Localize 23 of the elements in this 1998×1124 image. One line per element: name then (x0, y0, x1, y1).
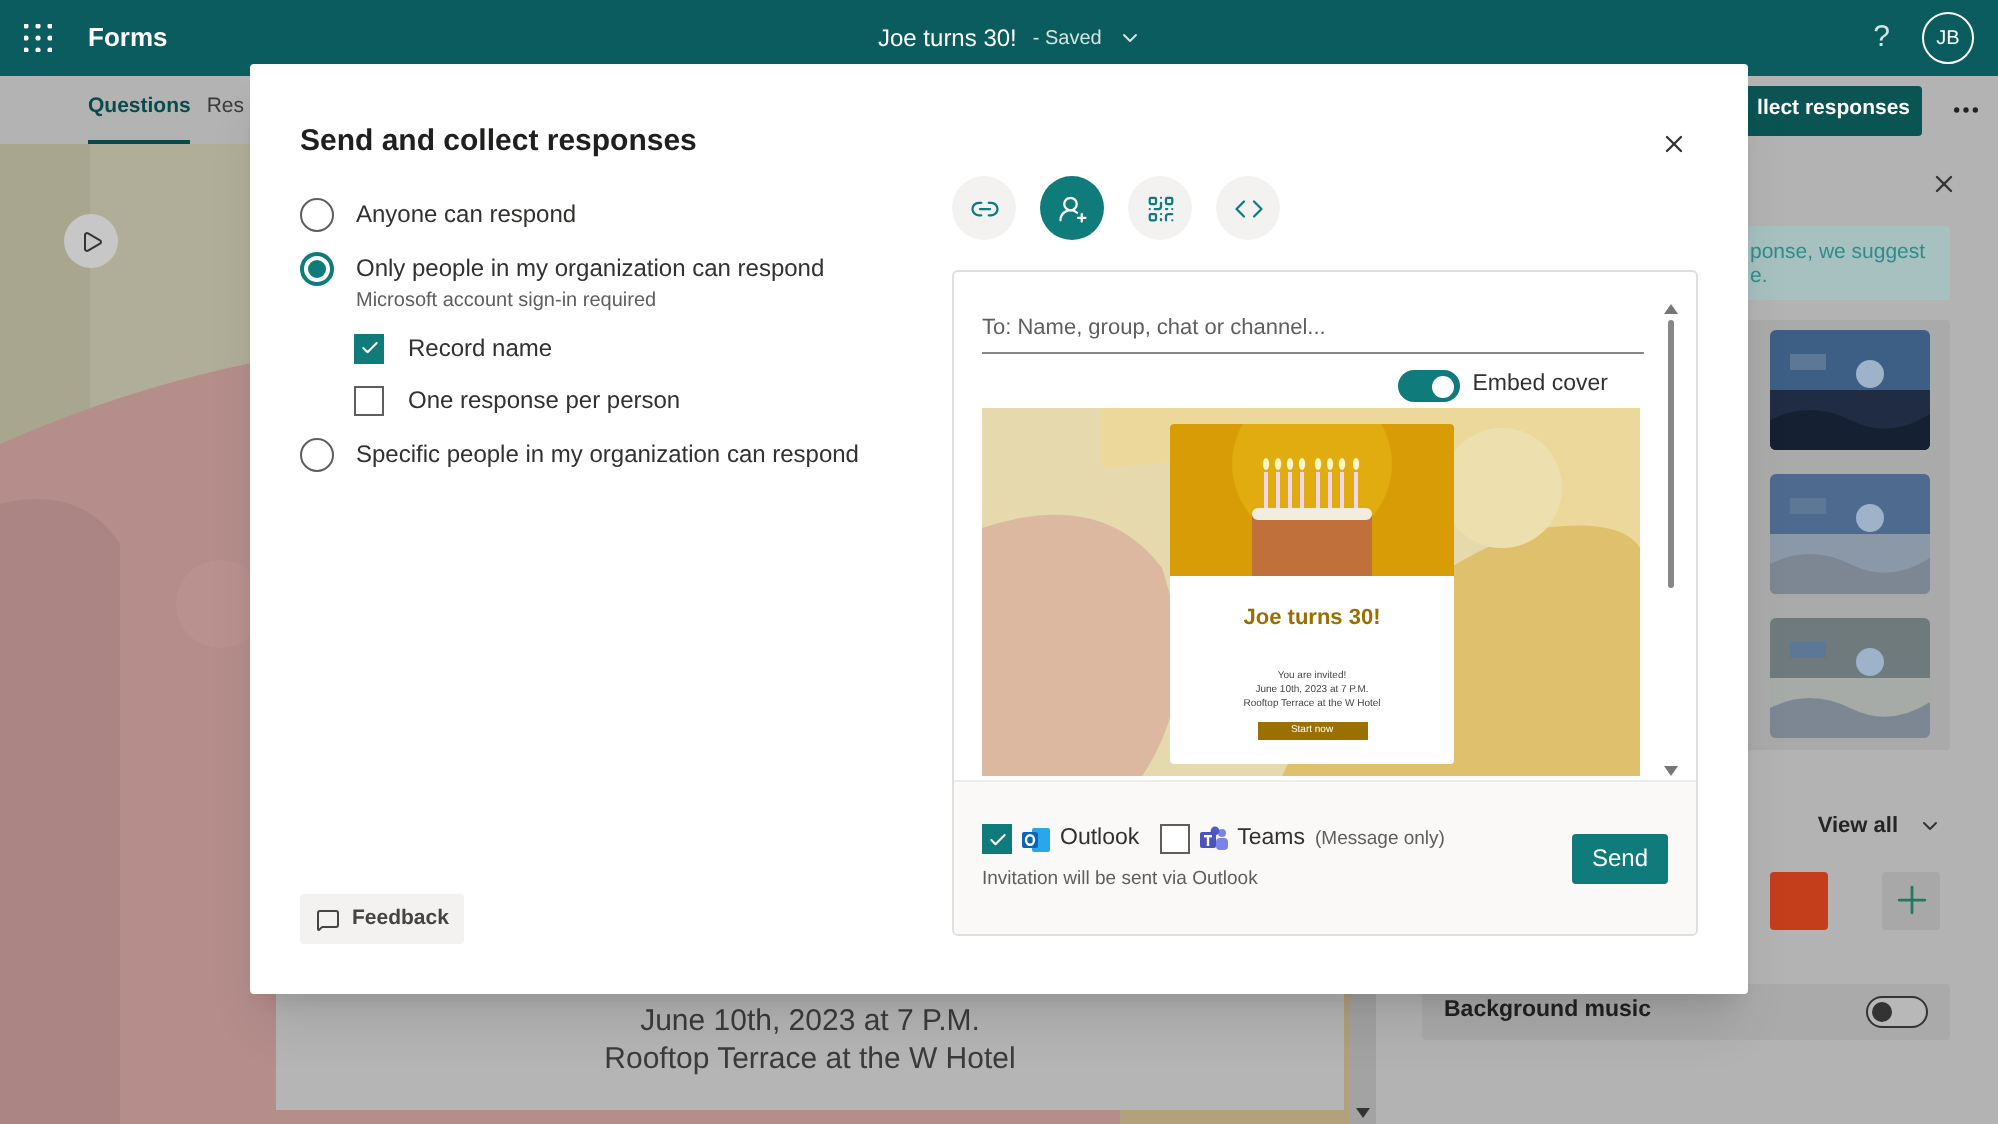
save-status[interactable]: - Saved (1032, 23, 1102, 53)
app-launcher-icon[interactable] (24, 24, 52, 52)
send-button[interactable]: Send (1571, 833, 1668, 883)
tip-text: ponse, we suggest (1750, 239, 1928, 263)
toggle[interactable] (1398, 370, 1461, 402)
tip-text: e. (1750, 263, 1770, 287)
scroll-down-icon[interactable] (1664, 766, 1678, 776)
tab[interactable]: Res (206, 76, 245, 144)
music-label: Background music (1444, 995, 1652, 1026)
toggle-label: Embed cover (1472, 370, 1608, 401)
form-title: Joe turns 30! (878, 22, 1017, 56)
close-icon[interactable] (1660, 130, 1688, 158)
scroll-down-icon[interactable] (1356, 1108, 1370, 1118)
toggle[interactable] (1866, 995, 1928, 1027)
close-icon[interactable] (1930, 170, 1958, 198)
color-swatch[interactable] (1770, 871, 1828, 929)
view-all-link[interactable]: View all (1817, 810, 1898, 843)
add-color-button[interactable] (1882, 871, 1940, 929)
help-button[interactable]: ? (1873, 15, 1890, 61)
scroll-up-icon[interactable] (1664, 304, 1678, 314)
avatar[interactable]: JB (1922, 12, 1974, 64)
app-name[interactable]: Forms (88, 18, 168, 58)
channel-note: (Message only) (1315, 825, 1445, 854)
